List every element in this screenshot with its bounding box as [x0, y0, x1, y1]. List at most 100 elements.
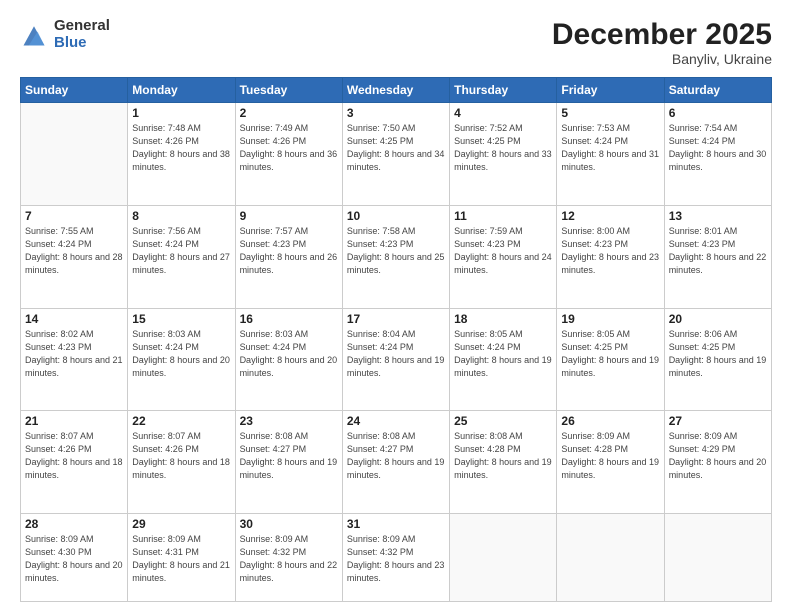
day-info: Sunrise: 8:09 AM Sunset: 4:28 PM Dayligh…: [561, 430, 659, 482]
table-cell: 19 Sunrise: 8:05 AM Sunset: 4:25 PM Dayli…: [557, 308, 664, 411]
month-title: December 2025: [552, 18, 772, 51]
col-friday: Friday: [557, 78, 664, 103]
day-number: 31: [347, 517, 445, 531]
table-cell: 17Sunrise: 8:04 AM Sunset: 4:24 PM Dayli…: [342, 308, 449, 411]
table-cell: 24 Sunrise: 8:08 AM Sunset: 4:27 PM Dayli…: [342, 411, 449, 514]
day-info: Sunrise: 8:00 AM Sunset: 4:23 PM Dayligh…: [561, 225, 659, 277]
week-row-5: 28 Sunrise: 8:09 AM Sunset: 4:30 PM Dayli…: [21, 514, 772, 602]
table-cell: [450, 514, 557, 602]
table-cell: [21, 103, 128, 206]
table-cell: 23 Sunrise: 8:08 AM Sunset: 4:27 PM Dayli…: [235, 411, 342, 514]
table-cell: 16 Sunrise: 8:03 AM Sunset: 4:24 PM Dayli…: [235, 308, 342, 411]
calendar-header-row: Sunday Monday Tuesday Wednesday Thursday…: [21, 78, 772, 103]
table-cell: 8 Sunrise: 7:56 AM Sunset: 4:24 PM Daylig…: [128, 205, 235, 308]
day-info: Sunrise: 7:57 AM Sunset: 4:23 PM Dayligh…: [240, 225, 338, 277]
table-cell: 31 Sunrise: 8:09 AM Sunset: 4:32 PM Dayli…: [342, 514, 449, 602]
table-cell: 22Sunrise: 8:07 AM Sunset: 4:26 PM Dayli…: [128, 411, 235, 514]
day-info: Sunrise: 8:03 AM Sunset: 4:24 PM Dayligh…: [240, 328, 338, 380]
day-info: Sunrise: 8:09 AM Sunset: 4:31 PM Dayligh…: [132, 533, 230, 585]
table-cell: 28 Sunrise: 8:09 AM Sunset: 4:30 PM Dayli…: [21, 514, 128, 602]
table-cell: [664, 514, 771, 602]
day-info: Sunrise: 7:59 AM Sunset: 4:23 PM Dayligh…: [454, 225, 552, 277]
day-number: 12: [561, 209, 659, 223]
col-saturday: Saturday: [664, 78, 771, 103]
day-number: 25: [454, 414, 552, 428]
page: General Blue December 2025 Banyliv, Ukra…: [0, 0, 792, 612]
day-number: 21: [25, 414, 123, 428]
day-number: 17: [347, 312, 445, 326]
table-cell: 12 Sunrise: 8:00 AM Sunset: 4:23 PM Dayli…: [557, 205, 664, 308]
day-number: 26: [561, 414, 659, 428]
day-info: Sunrise: 8:09 AM Sunset: 4:30 PM Dayligh…: [25, 533, 123, 585]
table-cell: 27Sunrise: 8:09 AM Sunset: 4:29 PM Dayli…: [664, 411, 771, 514]
table-cell: 20Sunrise: 8:06 AM Sunset: 4:25 PM Dayli…: [664, 308, 771, 411]
header: General Blue December 2025 Banyliv, Ukra…: [20, 18, 772, 67]
day-number: 2: [240, 106, 338, 120]
day-number: 28: [25, 517, 123, 531]
table-cell: 4Sunrise: 7:52 AM Sunset: 4:25 PM Daylig…: [450, 103, 557, 206]
day-number: 10: [347, 209, 445, 223]
day-number: 24: [347, 414, 445, 428]
day-info: Sunrise: 7:54 AM Sunset: 4:24 PM Dayligh…: [669, 122, 767, 174]
day-info: Sunrise: 8:01 AM Sunset: 4:23 PM Dayligh…: [669, 225, 767, 277]
table-cell: 25 Sunrise: 8:08 AM Sunset: 4:28 PM Dayli…: [450, 411, 557, 514]
day-number: 8: [132, 209, 230, 223]
day-info: Sunrise: 7:56 AM Sunset: 4:24 PM Dayligh…: [132, 225, 230, 277]
day-number: 1: [132, 106, 230, 120]
day-number: 5: [561, 106, 659, 120]
day-info: Sunrise: 8:05 AM Sunset: 4:25 PM Dayligh…: [561, 328, 659, 380]
col-wednesday: Wednesday: [342, 78, 449, 103]
day-info: Sunrise: 8:07 AM Sunset: 4:26 PM Dayligh…: [25, 430, 123, 482]
day-info: Sunrise: 7:55 AM Sunset: 4:24 PM Dayligh…: [25, 225, 123, 277]
day-info: Sunrise: 8:08 AM Sunset: 4:27 PM Dayligh…: [347, 430, 445, 482]
week-row-4: 21 Sunrise: 8:07 AM Sunset: 4:26 PM Dayli…: [21, 411, 772, 514]
day-number: 7: [25, 209, 123, 223]
day-number: 20: [669, 312, 767, 326]
table-cell: 29 Sunrise: 8:09 AM Sunset: 4:31 PM Dayli…: [128, 514, 235, 602]
day-info: Sunrise: 8:09 AM Sunset: 4:32 PM Dayligh…: [347, 533, 445, 585]
day-info: Sunrise: 8:02 AM Sunset: 4:23 PM Dayligh…: [25, 328, 123, 380]
logo-general: General: [54, 18, 110, 35]
day-number: 14: [25, 312, 123, 326]
week-row-1: 1 Sunrise: 7:48 AM Sunset: 4:26 PM Daylig…: [21, 103, 772, 206]
table-cell: 18 Sunrise: 8:05 AM Sunset: 4:24 PM Dayli…: [450, 308, 557, 411]
table-cell: 26 Sunrise: 8:09 AM Sunset: 4:28 PM Dayli…: [557, 411, 664, 514]
day-number: 6: [669, 106, 767, 120]
table-cell: 5 Sunrise: 7:53 AM Sunset: 4:24 PM Daylig…: [557, 103, 664, 206]
day-number: 23: [240, 414, 338, 428]
day-number: 3: [347, 106, 445, 120]
day-number: 13: [669, 209, 767, 223]
day-info: Sunrise: 7:53 AM Sunset: 4:24 PM Dayligh…: [561, 122, 659, 174]
table-cell: 13 Sunrise: 8:01 AM Sunset: 4:23 PM Dayli…: [664, 205, 771, 308]
day-number: 22: [132, 414, 230, 428]
day-info: Sunrise: 7:58 AM Sunset: 4:23 PM Dayligh…: [347, 225, 445, 277]
day-info: Sunrise: 8:09 AM Sunset: 4:29 PM Dayligh…: [669, 430, 767, 482]
day-info: Sunrise: 7:50 AM Sunset: 4:25 PM Dayligh…: [347, 122, 445, 174]
logo-blue: Blue: [54, 35, 110, 52]
day-info: Sunrise: 8:03 AM Sunset: 4:24 PM Dayligh…: [132, 328, 230, 380]
table-cell: 2 Sunrise: 7:49 AM Sunset: 4:26 PM Daylig…: [235, 103, 342, 206]
day-number: 9: [240, 209, 338, 223]
week-row-3: 14 Sunrise: 8:02 AM Sunset: 4:23 PM Dayli…: [21, 308, 772, 411]
table-cell: 10 Sunrise: 7:58 AM Sunset: 4:23 PM Dayli…: [342, 205, 449, 308]
day-info: Sunrise: 7:49 AM Sunset: 4:26 PM Dayligh…: [240, 122, 338, 174]
day-info: Sunrise: 8:08 AM Sunset: 4:27 PM Dayligh…: [240, 430, 338, 482]
day-number: 29: [132, 517, 230, 531]
table-cell: 3 Sunrise: 7:50 AM Sunset: 4:25 PM Daylig…: [342, 103, 449, 206]
day-info: Sunrise: 8:08 AM Sunset: 4:28 PM Dayligh…: [454, 430, 552, 482]
table-cell: 7 Sunrise: 7:55 AM Sunset: 4:24 PM Daylig…: [21, 205, 128, 308]
day-info: Sunrise: 7:48 AM Sunset: 4:26 PM Dayligh…: [132, 122, 230, 174]
day-info: Sunrise: 8:05 AM Sunset: 4:24 PM Dayligh…: [454, 328, 552, 380]
day-info: Sunrise: 7:52 AM Sunset: 4:25 PM Dayligh…: [454, 122, 552, 174]
table-cell: 14 Sunrise: 8:02 AM Sunset: 4:23 PM Dayli…: [21, 308, 128, 411]
day-number: 15: [132, 312, 230, 326]
day-number: 19: [561, 312, 659, 326]
day-number: 18: [454, 312, 552, 326]
table-cell: 1 Sunrise: 7:48 AM Sunset: 4:26 PM Daylig…: [128, 103, 235, 206]
day-number: 16: [240, 312, 338, 326]
table-cell: 6 Sunrise: 7:54 AM Sunset: 4:24 PM Daylig…: [664, 103, 771, 206]
table-cell: [557, 514, 664, 602]
day-info: Sunrise: 8:09 AM Sunset: 4:32 PM Dayligh…: [240, 533, 338, 585]
table-cell: 21 Sunrise: 8:07 AM Sunset: 4:26 PM Dayli…: [21, 411, 128, 514]
col-tuesday: Tuesday: [235, 78, 342, 103]
